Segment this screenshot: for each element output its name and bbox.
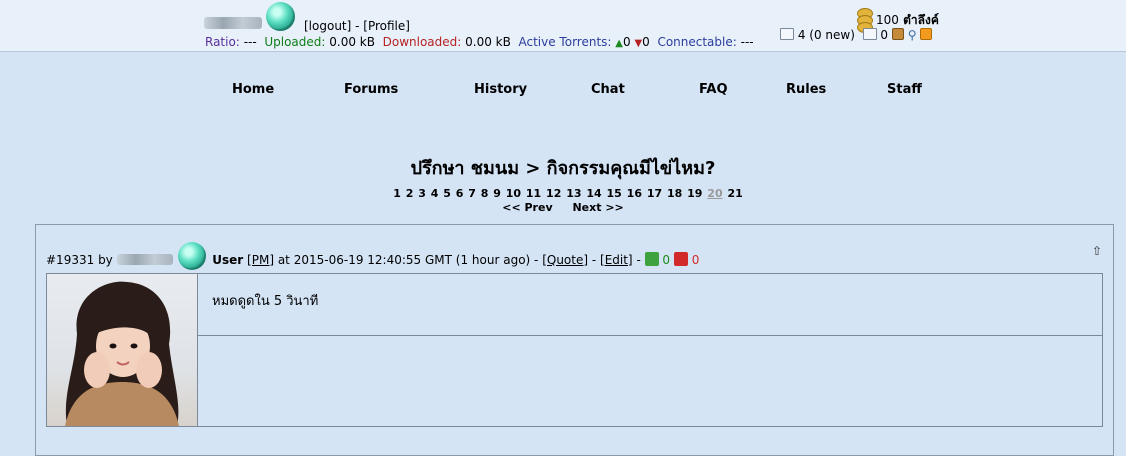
message-indicators: 4 (0 new) 0 ⚲ [780, 28, 933, 42]
page-link[interactable]: 10 [506, 187, 521, 200]
outbox-icon[interactable] [862, 28, 877, 40]
logout-link[interactable]: [logout] [304, 19, 351, 33]
downloaded-label: Downloaded: [382, 35, 462, 49]
nav-staff[interactable]: Staff [887, 82, 922, 97]
prev-link[interactable]: << Prev [502, 201, 552, 214]
post-relative-time: (1 hour ago) [455, 253, 531, 267]
top-status-bar: [logout] - [Profile] Ratio: --- Uploaded… [0, 0, 1126, 52]
by-label: by [98, 253, 113, 267]
points-value: 100 [876, 13, 899, 27]
page-link[interactable]: 15 [607, 187, 622, 200]
edit-link[interactable]: [Edit] [600, 253, 633, 267]
nav-faq[interactable]: FAQ [699, 82, 728, 97]
leeching-arrow-icon: ▼ [634, 38, 643, 49]
next-link[interactable]: Next >> [572, 201, 623, 214]
leeching-count: 0 [642, 35, 650, 49]
page-link[interactable]: 2 [406, 187, 414, 200]
page-link[interactable]: 7 [468, 187, 476, 200]
uploaded-label: Uploaded: [264, 35, 326, 49]
points-unit: ตำลึงค์ [903, 13, 939, 27]
post-header: #19331 by User [PM] at 2015-06-19 12:40:… [46, 242, 700, 270]
page-link[interactable]: 3 [418, 187, 426, 200]
pagination: 1 2 3 4 5 6 7 8 9 10 11 12 13 14 15 16 1… [0, 187, 1126, 200]
thumbs-down-icon[interactable] [673, 252, 688, 266]
connectable-value: --- [740, 35, 754, 49]
page-link[interactable]: 19 [687, 187, 702, 200]
diamond-icon [266, 2, 295, 31]
page-title: ปรึกษา ชมนม > กิจกรรมคุณมีไข่ไหม? [410, 158, 716, 179]
page-link[interactable]: 21 [727, 187, 742, 200]
post-id[interactable]: #19331 [46, 253, 94, 267]
active-torrents-label: Active Torrents: [518, 35, 612, 49]
page-link[interactable]: 18 [667, 187, 682, 200]
up-arrow-icon[interactable]: ⇧ [1092, 244, 1102, 258]
nav-rules[interactable]: Rules [786, 82, 826, 97]
pm-link[interactable]: [PM] [247, 253, 274, 267]
page-link[interactable]: 11 [526, 187, 541, 200]
connectable-label: Connectable: [657, 35, 737, 49]
prev-next: << Prev Next >> [0, 201, 1126, 214]
profile-link[interactable]: [Profile] [363, 19, 410, 33]
page-link[interactable]: 6 [456, 187, 464, 200]
user-class: User [212, 253, 244, 267]
page-link[interactable]: 8 [481, 187, 489, 200]
sent-count[interactable]: 0 [880, 28, 888, 42]
at-label: at [277, 253, 290, 267]
dislike-count: 0 [691, 253, 700, 267]
page-link[interactable]: 14 [586, 187, 601, 200]
post-body-text: หมดดูดใน 5 วินาที [212, 294, 319, 309]
nav-home[interactable]: Home [232, 82, 274, 97]
page-link[interactable]: 16 [627, 187, 642, 200]
page-link[interactable]: 13 [566, 187, 581, 200]
page-link[interactable]: 17 [647, 187, 662, 200]
current-page: 20 [707, 187, 723, 200]
nav-forums[interactable]: Forums [344, 82, 398, 97]
page-link[interactable]: 1 [393, 187, 401, 200]
username-link[interactable] [204, 17, 262, 29]
nav-chat[interactable]: Chat [591, 82, 625, 97]
rss-icon[interactable] [920, 28, 933, 40]
inbox-count[interactable]: 4 [798, 28, 806, 42]
post-body-table: หมดดูดใน 5 วินาที [46, 273, 1103, 427]
diamond-icon [178, 242, 207, 270]
page-link[interactable]: 9 [493, 187, 501, 200]
like-count: 0 [662, 253, 671, 267]
transfer-stats: Ratio: --- Uploaded: 0.00 kB Downloaded:… [205, 35, 754, 49]
page-link[interactable]: 5 [443, 187, 451, 200]
avatar-image [65, 281, 179, 426]
link-separator: - [351, 19, 364, 33]
page-link[interactable]: 4 [431, 187, 439, 200]
search-icon[interactable]: ⚲ [908, 28, 917, 42]
inbox-new[interactable]: (0 new) [809, 28, 855, 42]
post-author-link[interactable] [116, 254, 173, 265]
post-body-cell: หมดดูดใน 5 วินาที [198, 274, 1102, 336]
ratio-value: --- [243, 35, 257, 49]
post-timestamp: 2015-06-19 12:40:55 GMT [293, 253, 452, 267]
uploaded-value: 0.00 kB [329, 35, 375, 49]
nav-history[interactable]: History [474, 82, 527, 97]
envelope-icon[interactable] [780, 28, 794, 40]
thumbs-up-icon[interactable] [644, 252, 659, 266]
seeding-arrow-icon: ▲ [615, 38, 623, 49]
user-card-icon[interactable] [891, 28, 904, 40]
seeding-count: 0 [622, 35, 631, 49]
page-link[interactable]: 12 [546, 187, 561, 200]
quote-link[interactable]: [Quote] [542, 253, 588, 267]
avatar [47, 274, 198, 426]
downloaded-value: 0.00 kB [465, 35, 511, 49]
ratio-label: Ratio: [205, 35, 240, 49]
account-links: [logout] - [Profile] [304, 19, 410, 33]
